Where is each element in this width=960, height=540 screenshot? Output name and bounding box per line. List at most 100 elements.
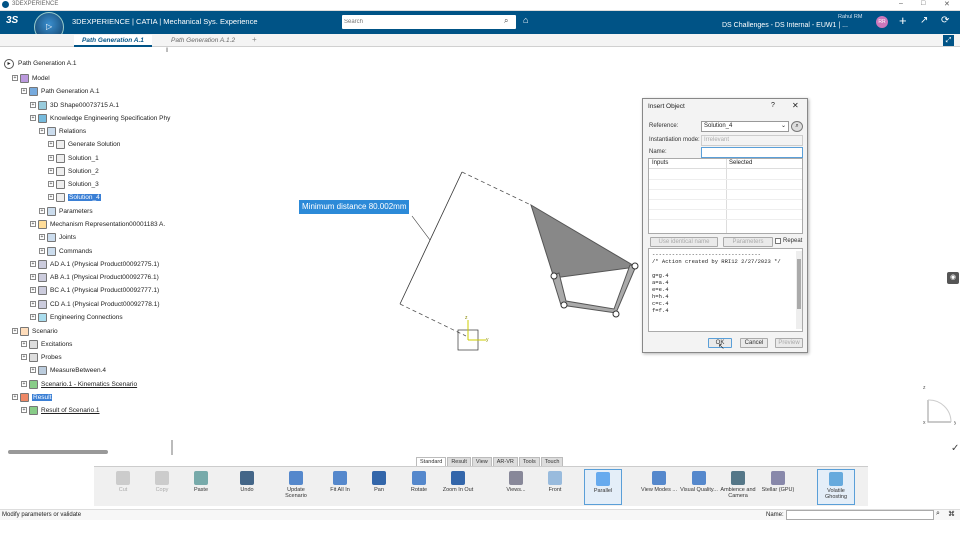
tab-path-generation-a12[interactable]: Path Generation A.1.2 xyxy=(163,35,243,47)
command-name-input[interactable] xyxy=(786,510,934,520)
tree-node[interactable]: + AB A.1 (Physical Product00092776.1) xyxy=(30,271,159,283)
toolbar-visual-quality-button[interactable]: Visual Quality... xyxy=(680,469,718,505)
expand-icon[interactable]: + xyxy=(48,168,54,174)
close-window-button[interactable]: ✕ xyxy=(944,0,950,8)
dialog-close-button[interactable]: ✕ xyxy=(792,101,799,110)
tree-node[interactable]: + Scenario xyxy=(12,325,58,337)
toolbar-paste-button[interactable]: Paste xyxy=(182,469,220,505)
toolbar-view-modes-button[interactable]: View Modes ... xyxy=(640,469,678,505)
tree-node[interactable]: + Path Generation A.1 xyxy=(21,85,100,97)
toolbar-cut-button[interactable]: Cut xyxy=(104,469,142,505)
tree-node[interactable]: + Commands xyxy=(39,245,92,257)
add-icon[interactable]: + xyxy=(899,13,907,28)
expand-icon[interactable]: + xyxy=(30,102,36,108)
3d-viewport[interactable]: z y z y x xyxy=(176,48,956,456)
expand-icon[interactable]: + xyxy=(21,354,27,360)
settings-icon[interactable]: ⟳ xyxy=(941,15,949,26)
joint-c[interactable] xyxy=(560,301,568,309)
expand-icon[interactable]: + xyxy=(30,301,36,307)
reference-picker-icon[interactable]: ⌕ xyxy=(791,121,803,132)
panel-splitter[interactable] xyxy=(171,440,173,455)
tenant-label[interactable]: DS Challenges - DS Internal - EUW1 | ... xyxy=(722,22,848,29)
tree-node[interactable]: + Parameters xyxy=(39,205,93,217)
reference-select[interactable]: Solution_4 ⌄ xyxy=(701,121,789,132)
user-name[interactable]: Rahul RM xyxy=(838,14,862,20)
minimize-button[interactable]: – xyxy=(899,0,903,7)
checkmark-icon[interactable]: ✓ xyxy=(951,443,959,454)
toolbar-views-button[interactable]: Views... xyxy=(497,469,535,505)
expand-icon[interactable]: + xyxy=(21,88,27,94)
search-icon[interactable]: ⌕ xyxy=(504,16,508,26)
expand-icon[interactable]: + xyxy=(30,367,36,373)
expand-icon[interactable]: + xyxy=(48,181,54,187)
tree-node[interactable]: + Generate Solution xyxy=(48,138,120,150)
tree-node[interactable]: + Relations xyxy=(39,125,86,137)
joint-a[interactable] xyxy=(631,262,639,270)
coupler-link[interactable] xyxy=(530,203,638,279)
toolbar-volatile-ghosting-button[interactable]: Volatile Ghosting xyxy=(817,469,855,505)
expand-icon[interactable]: + xyxy=(12,394,18,400)
expand-icon[interactable]: + xyxy=(39,248,45,254)
repeat-checkbox[interactable] xyxy=(775,238,781,244)
tree-node[interactable]: + Result xyxy=(12,391,53,403)
tree-node[interactable]: + Solution_3 xyxy=(48,178,99,190)
tree-node[interactable]: + Scenario.1 - Kinematics Scenario xyxy=(21,378,137,390)
tree-node[interactable]: + Excitations xyxy=(21,338,72,350)
tree-node[interactable]: + Solution_2 xyxy=(48,165,99,177)
help-button[interactable]: ? xyxy=(771,102,775,109)
toolbar-rotate-button[interactable]: Rotate xyxy=(400,469,438,505)
toolbar-ambience-and-camera-button[interactable]: Ambience and Camera xyxy=(719,469,757,505)
tree-node[interactable]: + BC A.1 (Physical Product00092777.1) xyxy=(30,284,159,296)
toolbar-parallel-button[interactable]: Parallel xyxy=(584,469,622,505)
tree-node[interactable]: +3D Shape00073715 A.1 xyxy=(30,99,119,111)
tree-node[interactable]: + Mechanism Representation00001183 A. xyxy=(30,218,165,230)
expand-icon[interactable]: + xyxy=(12,75,18,81)
fullscreen-icon[interactable]: ⤢ xyxy=(943,35,954,46)
new-tab-icon[interactable]: + xyxy=(252,35,257,44)
action-code-editor[interactable]: ---------------------------------/* Acti… xyxy=(648,248,803,332)
toolbar-pan-button[interactable]: Pan xyxy=(360,469,398,505)
expand-icon[interactable]: + xyxy=(39,234,45,240)
expand-icon[interactable]: + xyxy=(48,141,54,147)
search-command-icon[interactable]: ⌕ xyxy=(936,510,940,518)
expand-icon[interactable]: + xyxy=(39,128,45,134)
expand-icon[interactable]: + xyxy=(30,261,36,267)
expand-icon[interactable]: + xyxy=(21,341,27,347)
tree-node[interactable]: + Engineering Connections xyxy=(30,311,123,323)
expand-icon[interactable]: + xyxy=(30,221,36,227)
expand-icon[interactable]: + xyxy=(30,287,36,293)
avatar[interactable]: RR xyxy=(876,16,888,28)
tree-node[interactable]: + Probes xyxy=(21,351,62,363)
measure-label[interactable]: Minimum distance 80.002mm xyxy=(299,200,410,214)
tree-node[interactable]: + CD A.1 (Physical Product00092778.1) xyxy=(30,298,159,310)
search-input[interactable] xyxy=(344,16,494,27)
tab-path-generation-a1[interactable]: Path Generation A.1 xyxy=(74,35,152,47)
expand-icon[interactable]: + xyxy=(30,115,36,121)
expand-icon[interactable]: + xyxy=(48,155,54,161)
code-scrollbar[interactable] xyxy=(796,251,802,329)
toolbar-stellar-gpu-button[interactable]: Stellar (GPU) xyxy=(759,469,797,505)
cancel-button[interactable]: Cancel xyxy=(740,338,768,348)
share-icon[interactable]: ↗ xyxy=(920,15,928,26)
toolbar-front-button[interactable]: Front xyxy=(536,469,574,505)
tree-node[interactable]: + Joints xyxy=(39,231,76,243)
joint-b[interactable] xyxy=(550,272,558,280)
toolbar-copy-button[interactable]: Copy xyxy=(143,469,181,505)
tree-node[interactable]: + Knowledge Engineering Specification Phy xyxy=(30,112,170,124)
expand-icon[interactable]: + xyxy=(30,314,36,320)
collapse-panel-icon[interactable]: ‖ xyxy=(166,48,168,54)
joint-d[interactable] xyxy=(612,310,620,318)
name-field[interactable] xyxy=(701,147,803,158)
expand-icon[interactable]: + xyxy=(21,381,27,387)
expand-icon[interactable]: + xyxy=(12,328,18,334)
maximize-button[interactable]: □ xyxy=(921,0,925,7)
toolbar-zoom-in-out-button[interactable]: Zoom In Out xyxy=(439,469,477,505)
expand-icon[interactable]: + xyxy=(39,208,45,214)
toolbar-undo-button[interactable]: Undo xyxy=(228,469,266,505)
tree-node[interactable]: + Model xyxy=(12,72,50,84)
search-box[interactable]: ⌕ xyxy=(342,15,516,29)
tree-scrollbar[interactable] xyxy=(8,450,108,454)
tree-node[interactable]: + AD A.1 (Physical Product00092775.1) xyxy=(30,258,159,270)
expand-icon[interactable]: + xyxy=(48,194,54,200)
tree-node[interactable]: + Solution_1 xyxy=(48,152,99,164)
